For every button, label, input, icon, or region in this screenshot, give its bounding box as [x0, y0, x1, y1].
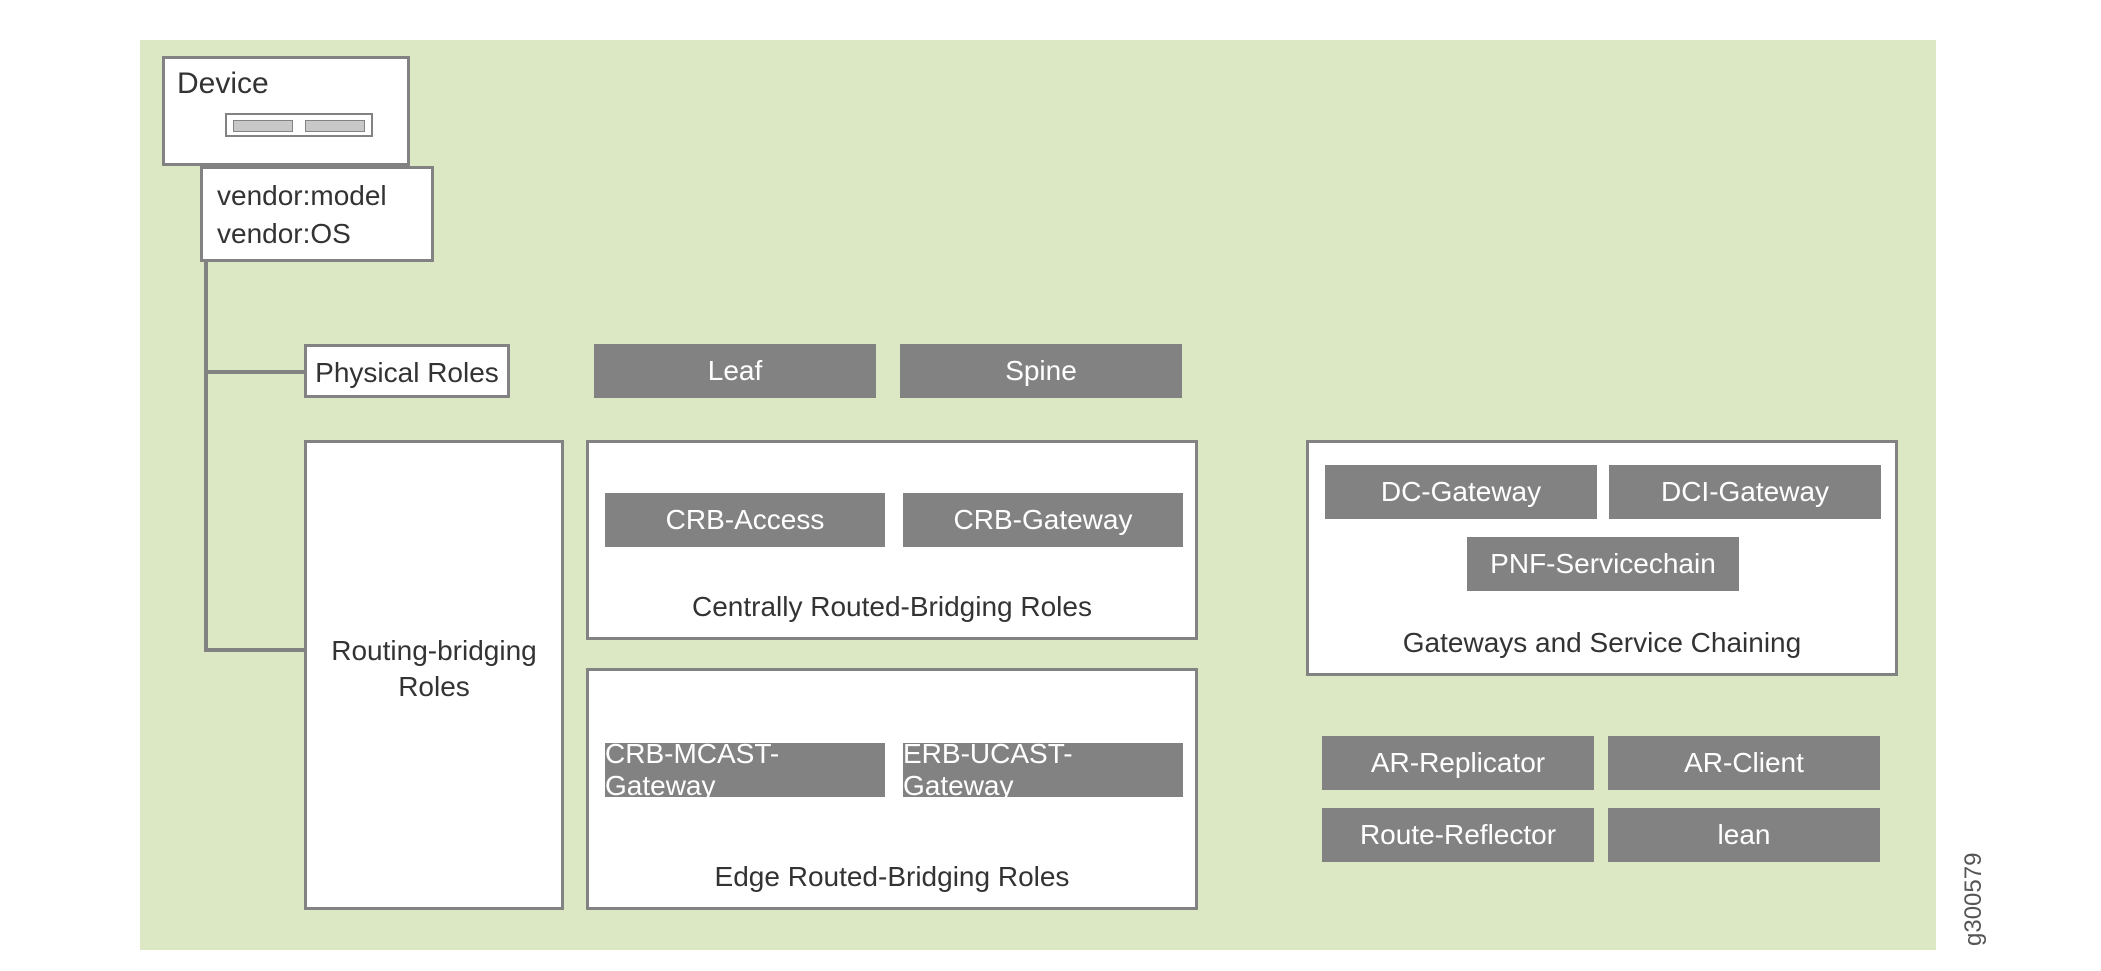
image-id-label: g300579: [1960, 853, 1988, 946]
routing-bridging-label: Routing-bridging Roles: [307, 633, 561, 706]
rb-line2: Roles: [398, 671, 470, 702]
erb-footer: Edge Routed-Bridging Roles: [589, 861, 1195, 893]
connector-to-physical-roles: [204, 370, 304, 374]
erb-ucast-text: ERB-UCAST-Gateway: [903, 738, 1183, 802]
gateways-group-box: DC-Gateway DCI-Gateway PNF-Servicechain …: [1306, 440, 1898, 676]
server-icon: [225, 113, 373, 137]
physical-roles-label: Physical Roles: [307, 357, 507, 389]
crb-gateway-chip: CRB-Gateway: [903, 493, 1183, 547]
leaf-role-chip: Leaf: [594, 344, 876, 398]
vendor-box: vendor:model vendor:OS: [200, 166, 434, 262]
erb-ucast-chip: ERB-UCAST-Gateway: [903, 743, 1183, 797]
connector-vertical: [204, 262, 208, 650]
leaf-text: Leaf: [708, 355, 763, 387]
spine-role-chip: Spine: [900, 344, 1182, 398]
connector-to-routing-bridging: [204, 648, 304, 652]
device-title: Device: [177, 67, 269, 101]
erb-group-box: CRB-MCAST-Gateway ERB-UCAST-Gateway Edge…: [586, 668, 1198, 910]
crb-gateway-text: CRB-Gateway: [954, 504, 1133, 536]
ar-client-text: AR-Client: [1684, 747, 1804, 779]
crb-access-chip: CRB-Access: [605, 493, 885, 547]
pnf-servicechain-chip: PNF-Servicechain: [1467, 537, 1739, 591]
lean-chip: lean: [1608, 808, 1880, 862]
vendor-model-text: vendor:model: [217, 177, 387, 215]
physical-roles-box: Physical Roles: [304, 344, 510, 398]
server-slot-left: [233, 120, 293, 132]
dc-gateway-chip: DC-Gateway: [1325, 465, 1597, 519]
ar-replicator-text: AR-Replicator: [1371, 747, 1545, 779]
crb-mcast-chip: CRB-MCAST-Gateway: [605, 743, 885, 797]
ar-replicator-chip: AR-Replicator: [1322, 736, 1594, 790]
route-reflector-chip: Route-Reflector: [1322, 808, 1594, 862]
device-box: Device: [162, 56, 410, 166]
server-slot-right: [305, 120, 365, 132]
diagram-canvas: Device vendor:model vendor:OS Physical R…: [140, 40, 1936, 950]
route-reflector-text: Route-Reflector: [1360, 819, 1556, 851]
rb-line1: Routing-bridging: [331, 635, 536, 666]
gateways-footer: Gateways and Service Chaining: [1309, 627, 1895, 659]
dci-gateway-chip: DCI-Gateway: [1609, 465, 1881, 519]
dc-gateway-text: DC-Gateway: [1381, 476, 1541, 508]
crb-group-box: CRB-Access CRB-Gateway Centrally Routed-…: [586, 440, 1198, 640]
spine-text: Spine: [1005, 355, 1077, 387]
crb-footer: Centrally Routed-Bridging Roles: [589, 591, 1195, 623]
crb-access-text: CRB-Access: [666, 504, 825, 536]
routing-bridging-box: Routing-bridging Roles: [304, 440, 564, 910]
ar-client-chip: AR-Client: [1608, 736, 1880, 790]
crb-mcast-text: CRB-MCAST-Gateway: [605, 738, 885, 802]
vendor-lines: vendor:model vendor:OS: [217, 177, 387, 253]
dci-gateway-text: DCI-Gateway: [1661, 476, 1829, 508]
pnf-servicechain-text: PNF-Servicechain: [1490, 548, 1716, 580]
vendor-os-text: vendor:OS: [217, 215, 387, 253]
lean-text: lean: [1718, 819, 1771, 851]
